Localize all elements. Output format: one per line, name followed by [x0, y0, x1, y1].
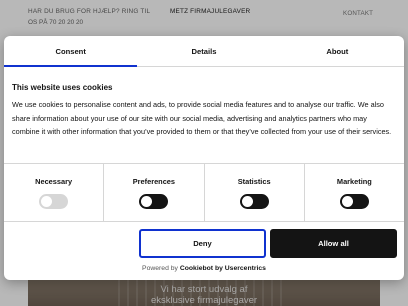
toggle-knob	[241, 196, 253, 207]
cookiebot-link[interactable]: Cookiebot by Usercentrics	[180, 265, 266, 272]
toggle-marketing[interactable]	[339, 194, 369, 209]
consent-switches: Necessary Preferences Statistics Marketi…	[4, 163, 404, 222]
dialog-body-text: We use cookies to personalise content an…	[12, 100, 392, 136]
toggle-knob	[141, 196, 153, 207]
switch-label-necessary: Necessary	[35, 177, 73, 186]
tab-consent[interactable]: Consent	[4, 36, 138, 67]
switch-necessary: Necessary	[4, 164, 105, 221]
switch-label-preferences: Preferences	[132, 177, 176, 186]
switch-preferences: Preferences	[104, 164, 205, 221]
toggle-knob	[41, 196, 53, 207]
powered-by-prefix: Powered by	[142, 265, 178, 272]
tab-details[interactable]: Details	[137, 36, 270, 66]
dialog-tabs: Consent Details About	[4, 36, 404, 67]
toggle-statistics[interactable]	[239, 194, 269, 209]
switch-statistics: Statistics	[205, 164, 305, 221]
switch-label-marketing: Marketing	[336, 177, 372, 186]
dialog-title: This website uses cookies	[12, 83, 113, 92]
powered-by: Powered by Cookiebot by Usercentrics	[4, 265, 404, 272]
switch-marketing: Marketing	[305, 164, 404, 221]
deny-button[interactable]: Deny	[139, 229, 266, 258]
allow-all-button[interactable]: Allow all	[270, 229, 397, 258]
toggle-necessary	[39, 194, 69, 209]
toggle-preferences[interactable]	[139, 194, 169, 209]
switch-label-statistics: Statistics	[237, 177, 271, 186]
tab-about[interactable]: About	[271, 36, 404, 66]
toggle-knob	[341, 196, 353, 207]
cookie-consent-dialog: Consent Details About This website uses …	[4, 36, 404, 280]
